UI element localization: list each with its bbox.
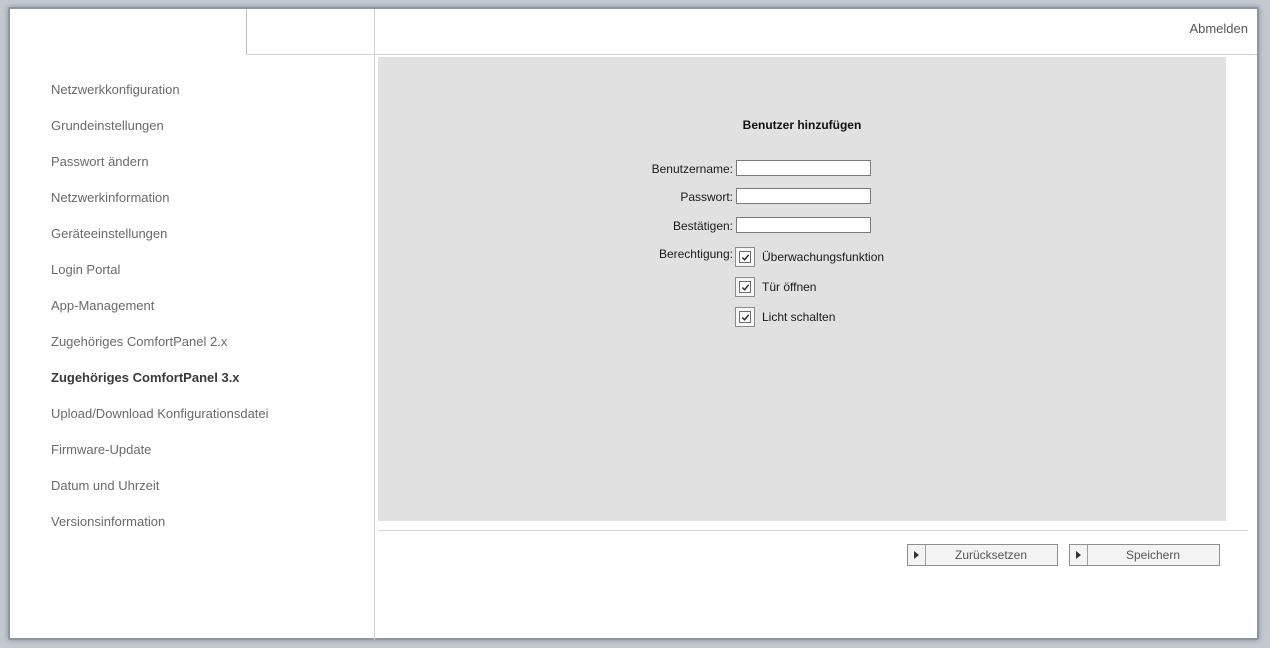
checkbox-licht-schalten[interactable] bbox=[735, 307, 755, 327]
sidebar-item-comfortpanel-3x[interactable]: Zugehöriges ComfortPanel 3.x bbox=[51, 369, 269, 405]
confirm-row: Bestätigen: bbox=[378, 217, 733, 237]
check-icon bbox=[741, 284, 750, 291]
password-row: Passwort: bbox=[378, 188, 733, 208]
password-input[interactable] bbox=[736, 188, 871, 204]
check-icon bbox=[741, 314, 750, 321]
permission-label: Berechtigung: bbox=[658, 247, 733, 261]
sidebar-item-app-management[interactable]: App-Management bbox=[51, 297, 269, 333]
permission-label-licht: Licht schalten bbox=[762, 310, 836, 324]
save-button[interactable]: Speichern bbox=[1069, 544, 1220, 566]
check-icon bbox=[741, 254, 750, 261]
app-window: Abmelden Netzwerkkonfiguration Grundeins… bbox=[8, 7, 1259, 640]
sidebar-item-grundeinstellungen[interactable]: Grundeinstellungen bbox=[51, 117, 269, 153]
username-row: Benutzername: bbox=[378, 160, 733, 180]
password-label: Passwort: bbox=[680, 190, 733, 204]
sidebar-item-netzwerkinformation[interactable]: Netzwerkinformation bbox=[51, 189, 269, 225]
checkbox-tuer-oeffnen[interactable] bbox=[735, 277, 755, 297]
play-arrow-icon bbox=[908, 545, 926, 565]
form-title: Benutzer hinzufügen bbox=[742, 118, 862, 132]
sidebar-item-upload-download[interactable]: Upload/Download Konfigurationsdatei bbox=[51, 405, 269, 441]
sidebar-divider bbox=[374, 9, 375, 640]
sidebar-item-passwort-aendern[interactable]: Passwort ändern bbox=[51, 153, 269, 189]
username-input[interactable] bbox=[736, 160, 871, 176]
permission-row: Berechtigung: bbox=[378, 245, 733, 265]
play-arrow-icon bbox=[1070, 545, 1088, 565]
permission-label-tuer: Tür öffnen bbox=[762, 280, 817, 294]
sidebar-item-netzwerkkonfiguration[interactable]: Netzwerkkonfiguration bbox=[51, 81, 269, 117]
sidebar-item-datum-uhrzeit[interactable]: Datum und Uhrzeit bbox=[51, 477, 269, 513]
sidebar-item-login-portal[interactable]: Login Portal bbox=[51, 261, 269, 297]
header-tab-area bbox=[10, 9, 247, 55]
save-button-label: Speichern bbox=[1125, 548, 1181, 562]
sidebar-item-versionsinformation[interactable]: Versionsinformation bbox=[51, 513, 269, 549]
reset-button[interactable]: Zurücksetzen bbox=[907, 544, 1058, 566]
sidebar-nav: Netzwerkkonfiguration Grundeinstellungen… bbox=[51, 81, 269, 549]
sidebar-item-firmware-update[interactable]: Firmware-Update bbox=[51, 441, 269, 477]
sidebar-item-comfortpanel-2x[interactable]: Zugehöriges ComfortPanel 2.x bbox=[51, 333, 269, 369]
logout-link[interactable]: Abmelden bbox=[1189, 21, 1248, 36]
confirm-label: Bestätigen: bbox=[672, 219, 733, 233]
sidebar-item-geraeteeinstellungen[interactable]: Geräteeinstellungen bbox=[51, 225, 269, 261]
permission-label-ueberwachung: Überwachungsfunktion bbox=[762, 250, 885, 264]
reset-button-label: Zurücksetzen bbox=[954, 548, 1028, 562]
confirm-password-input[interactable] bbox=[736, 217, 871, 233]
checkbox-ueberwachungsfunktion[interactable] bbox=[735, 247, 755, 267]
header-divider bbox=[246, 54, 1257, 55]
actions-divider bbox=[378, 530, 1248, 531]
add-user-panel: Benutzer hinzufügen Benutzername: Passwo… bbox=[378, 57, 1226, 521]
username-label: Benutzername: bbox=[651, 162, 733, 176]
